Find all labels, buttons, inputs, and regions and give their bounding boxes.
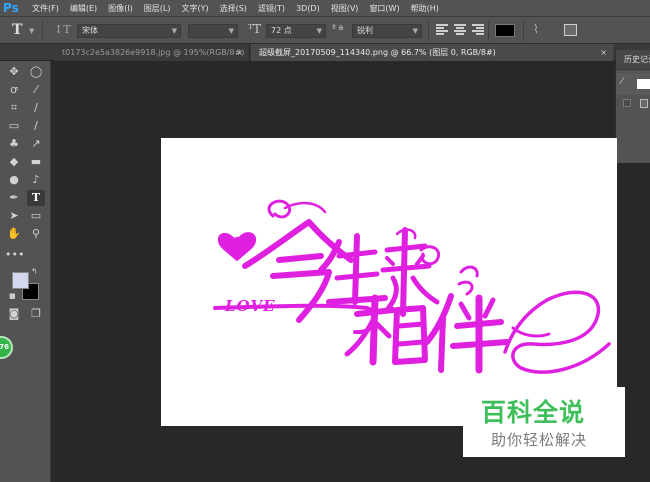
swap-colors-icon[interactable]: ↰ xyxy=(31,267,38,276)
watermark-subtitle: 助你轻松解决 xyxy=(491,431,588,449)
history-brush-icon[interactable]: ↗ xyxy=(27,136,45,152)
app-logo: Ps xyxy=(3,1,19,15)
hand-tool-icon[interactable]: ✋ xyxy=(5,226,23,242)
history-snapshot[interactable]: ⁄ xyxy=(616,73,650,95)
divider xyxy=(488,21,489,41)
foreground-color[interactable] xyxy=(12,272,29,289)
chevron-down-icon: ▼ xyxy=(228,27,234,35)
type-tool-icon[interactable]: T xyxy=(27,190,45,206)
chevron-down-icon: ▼ xyxy=(171,27,177,35)
font-size-icon: ᵀT xyxy=(248,22,262,36)
font-family-value: 宋体 xyxy=(82,26,98,35)
character-panel-icon[interactable] xyxy=(564,24,577,36)
font-size-value: 72 点 xyxy=(271,26,292,35)
chevron-down-icon: ▼ xyxy=(316,27,322,35)
menu-image[interactable]: 图像(I) xyxy=(108,3,133,14)
tab-document-jpg[interactable]: t0173c2e5a3826e9918.jpg @ 195%(RGB/8#) × xyxy=(54,44,250,61)
move-tool-icon[interactable]: ✥ xyxy=(5,64,23,80)
zoom-tool-icon[interactable]: ⚲ xyxy=(27,226,45,242)
clone-stamp-icon[interactable]: ♣ xyxy=(5,136,23,152)
divider xyxy=(428,21,429,41)
watermark-title: 百科全说 xyxy=(481,398,586,427)
brush-tool-icon[interactable]: ∕ xyxy=(27,118,45,134)
menu-filter[interactable]: 滤镜(T) xyxy=(258,3,285,14)
quick-mask-icon[interactable]: ◙ xyxy=(5,306,23,322)
menu-help[interactable]: 帮助(H) xyxy=(411,3,439,14)
document-icon xyxy=(640,99,648,108)
healing-brush-icon[interactable]: ▭ xyxy=(5,118,23,134)
menu-edit[interactable]: 编辑(E) xyxy=(70,3,97,14)
close-icon[interactable]: × xyxy=(600,44,607,61)
menu-type[interactable]: 文字(Y) xyxy=(181,3,208,14)
antialias-icon: ª a xyxy=(332,23,344,32)
watermark: 百科全说 助你轻松解决 xyxy=(463,387,625,457)
dodge-tool-icon[interactable]: ♪ xyxy=(27,172,45,188)
divider xyxy=(42,21,43,41)
menu-window[interactable]: 窗口(W) xyxy=(369,3,399,14)
antialias-dropdown[interactable]: 锐利 ▼ xyxy=(352,24,422,38)
tab-document-png[interactable]: 超级截屏_20170509_114340.png @ 66.7% (图层 0, … xyxy=(251,44,613,61)
text-orientation-icon[interactable]: ↕T xyxy=(54,23,71,36)
menu-select[interactable]: 选择(S) xyxy=(220,3,247,14)
default-colors-icon[interactable]: ■ xyxy=(9,292,16,300)
screen-mode-icon[interactable]: ❐ xyxy=(27,306,45,322)
magic-wand-icon[interactable]: ⁄ xyxy=(27,82,45,98)
menu-file[interactable]: 文件(F) xyxy=(32,3,59,14)
align-center-icon[interactable] xyxy=(454,24,466,36)
tools-panel: ✥ ◯ ꝍ ⁄ ⌗ ∕ ▭ ∕ ♣ ↗ ◆ ▬ ● ♪ ✒ T ➤ ▭ ✋ ⚲ … xyxy=(0,61,51,482)
menu-view[interactable]: 视图(V) xyxy=(331,3,359,14)
history-panel: 历史记录 ⁄ xyxy=(615,50,650,163)
antialias-value: 锐利 xyxy=(357,26,373,35)
warp-text-icon[interactable]: ⌇ xyxy=(533,22,539,36)
eraser-tool-icon[interactable]: ◆ xyxy=(5,154,23,170)
chevron-down-icon[interactable]: ▼ xyxy=(29,27,34,35)
text-color-swatch[interactable] xyxy=(495,24,515,37)
tab-label: 超级截屏_20170509_114340.png @ 66.7% (图层 0, … xyxy=(259,48,496,57)
font-size-dropdown[interactable]: 72 点 ▼ xyxy=(266,24,326,38)
menu-layer[interactable]: 图层(L) xyxy=(144,3,171,14)
align-left-icon[interactable] xyxy=(436,24,448,36)
history-checkbox[interactable] xyxy=(623,99,631,107)
crop-tool-icon[interactable]: ⌗ xyxy=(5,100,23,116)
document-tab-bar: t0173c2e5a3826e9918.jpg @ 195%(RGB/8#) ×… xyxy=(0,44,650,61)
snapshot-thumbnail xyxy=(637,79,650,89)
blur-tool-icon[interactable]: ● xyxy=(5,172,23,188)
divider xyxy=(523,21,524,41)
photoshop-window: Ps 文件(F) 编辑(E) 图像(I) 图层(L) 文字(Y) 选择(S) 滤… xyxy=(0,0,650,482)
marquee-tool-icon[interactable]: ◯ xyxy=(27,64,45,80)
chevron-down-icon: ▼ xyxy=(412,27,418,35)
love-text: LOVE xyxy=(224,297,275,315)
font-family-dropdown[interactable]: 宋体 ▼ xyxy=(77,24,181,38)
align-right-icon[interactable] xyxy=(472,24,484,36)
rectangle-tool-icon[interactable]: ▭ xyxy=(27,208,45,224)
tab-label: t0173c2e5a3826e9918.jpg @ 195%(RGB/8#) xyxy=(62,48,245,57)
options-bar: T ▼ ↕T 宋体 ▼ ▼ ᵀT 72 点 ▼ ª a 锐利 ▼ ⌇ xyxy=(0,16,650,44)
overlay-badge: 76 xyxy=(0,336,13,359)
menu-bar: Ps 文件(F) 编辑(E) 图像(I) 图层(L) 文字(Y) 选择(S) 滤… xyxy=(0,0,650,16)
menu-3d[interactable]: 3D(D) xyxy=(296,4,320,13)
lasso-tool-icon[interactable]: ꝍ xyxy=(5,82,23,98)
text-tool-preset-icon[interactable]: T xyxy=(12,22,22,38)
history-state[interactable] xyxy=(616,96,650,112)
more-tools-icon[interactable]: ••• xyxy=(5,247,24,263)
close-icon[interactable]: × xyxy=(236,44,243,61)
path-selection-icon[interactable]: ➤ xyxy=(5,208,23,224)
calligraphy-artwork: LOVE xyxy=(213,199,611,374)
document-canvas[interactable]: LOVE xyxy=(161,138,617,426)
history-brush-icon[interactable]: ⁄ xyxy=(621,77,623,87)
gradient-tool-icon[interactable]: ▬ xyxy=(27,154,45,170)
font-style-dropdown[interactable]: ▼ xyxy=(188,24,238,38)
eyedropper-icon[interactable]: ∕ xyxy=(27,100,45,116)
history-panel-title[interactable]: 历史记录 xyxy=(616,50,650,70)
pen-tool-icon[interactable]: ✒ xyxy=(5,190,23,206)
